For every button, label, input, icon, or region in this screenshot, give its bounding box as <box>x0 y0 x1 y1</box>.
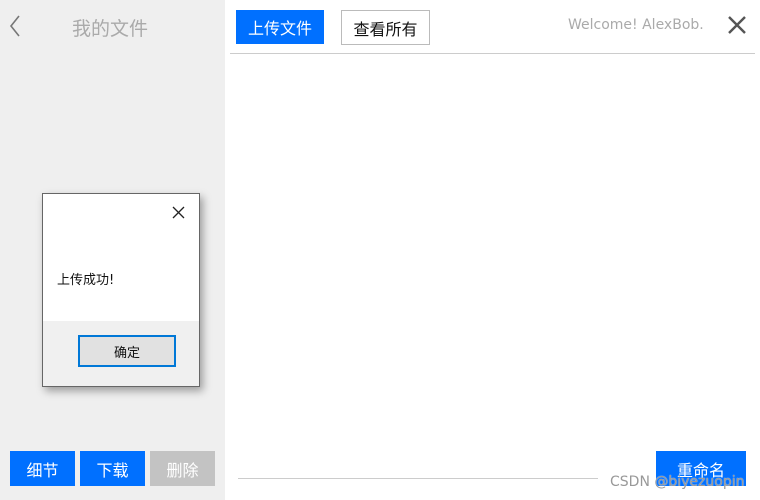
ok-button[interactable]: 确定 <box>78 335 176 367</box>
view-all-button[interactable]: 查看所有 <box>341 10 430 45</box>
back-chevron-icon[interactable] <box>9 15 21 37</box>
message-dialog: 上传成功! 确定 <box>42 193 200 387</box>
page-title: 我的文件 <box>72 18 149 40</box>
upload-file-button[interactable]: 上传文件 <box>236 10 324 44</box>
header-divider <box>230 53 755 54</box>
footer-divider <box>238 478 598 479</box>
dialog-footer: 确定 <box>43 321 199 386</box>
watermark: CSDN @biyezuopin <box>610 474 745 490</box>
dialog-message: 上传成功! <box>57 273 115 288</box>
dialog-close-icon[interactable] <box>172 206 185 219</box>
close-icon[interactable] <box>728 16 746 34</box>
welcome-text: Welcome! AlexBob. <box>568 17 704 33</box>
delete-button[interactable]: 删除 <box>150 451 215 486</box>
details-button[interactable]: 细节 <box>10 451 75 486</box>
download-button[interactable]: 下载 <box>80 451 145 486</box>
